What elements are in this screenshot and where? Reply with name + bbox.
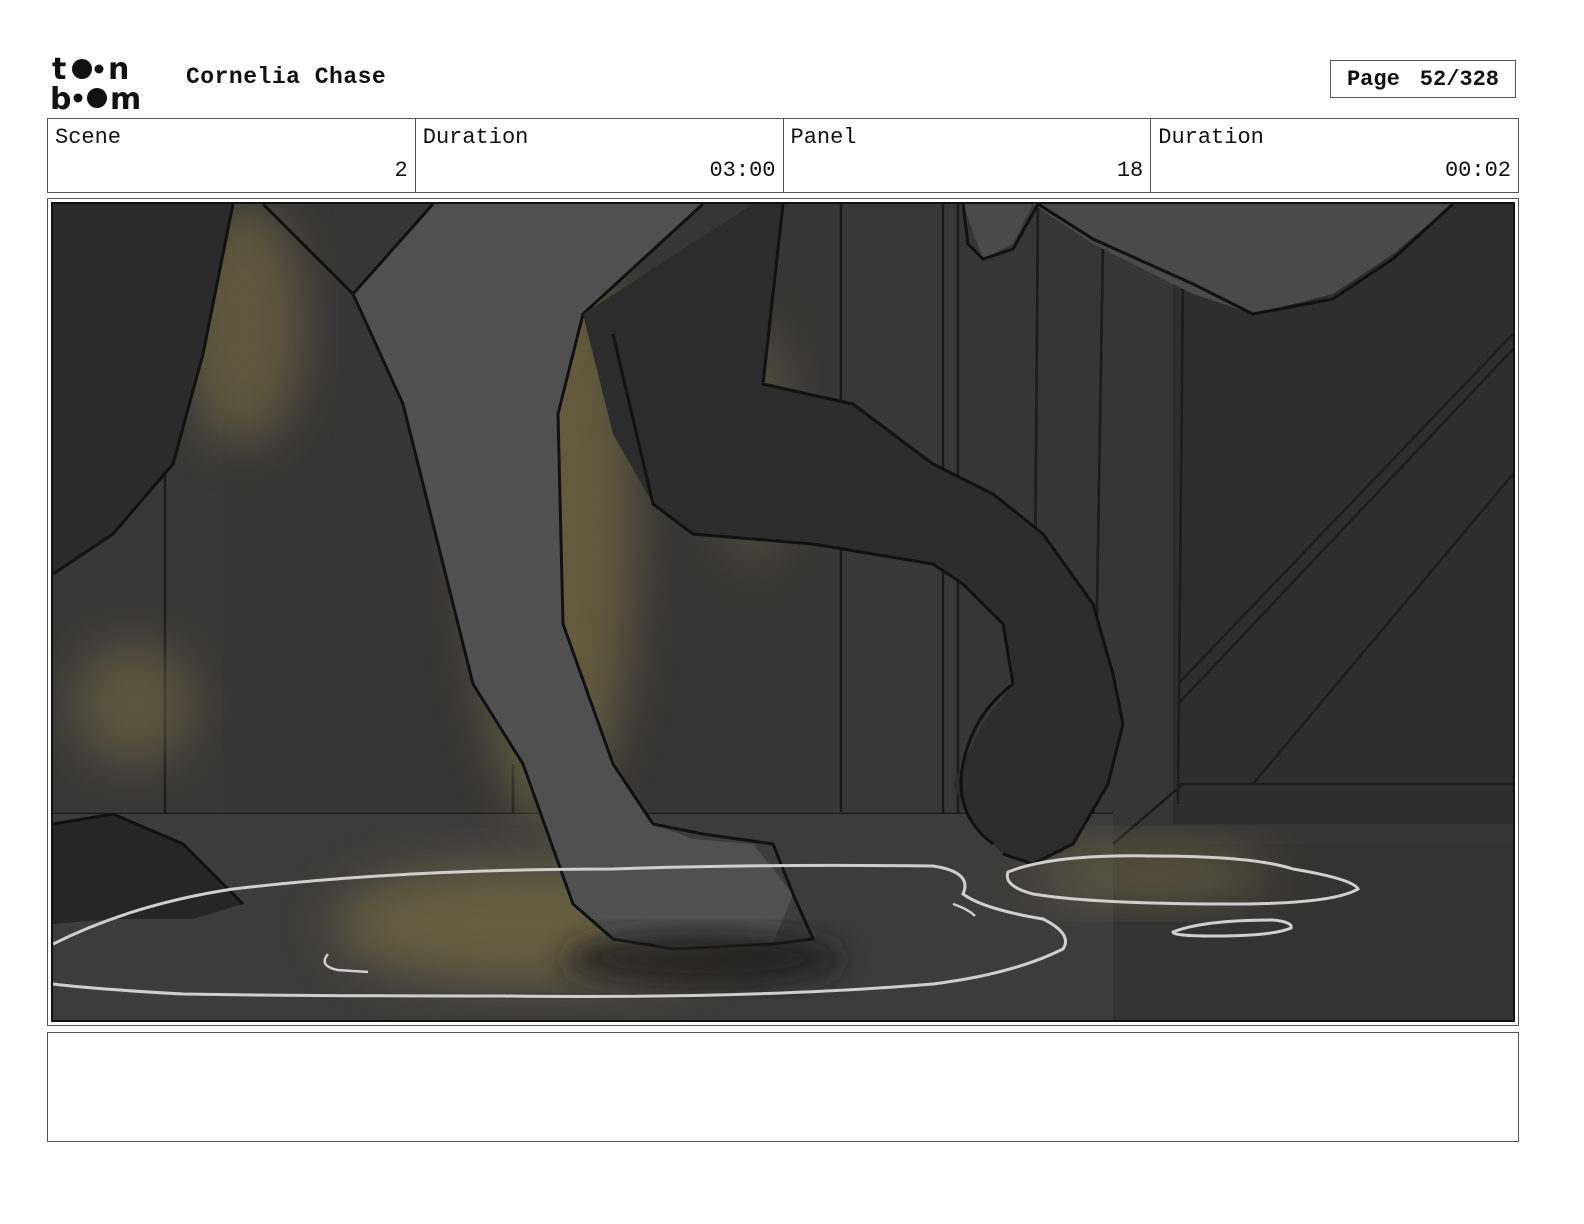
panel-duration-value: 00:02 (1444, 158, 1511, 183)
svg-text:m: m (110, 82, 141, 112)
scene-value: 2 (394, 158, 408, 183)
scene-duration-cell: Duration 03:00 (416, 119, 784, 192)
panel-label: Panel (790, 125, 857, 150)
storyboard-panel-image (51, 202, 1515, 1022)
scene-duration-label: Duration (422, 125, 529, 150)
scene-info-row: Scene 2 Duration 03:00 Panel 18 Duration… (47, 118, 1519, 193)
page-label: Page (1346, 66, 1400, 92)
panel-drawing (53, 204, 1513, 1020)
page-indicator: Page 52/328 (1330, 60, 1516, 98)
toon-boom-logo: t n b m (50, 52, 141, 112)
panel-notes-box (47, 1032, 1519, 1142)
panel-cell: Panel 18 (784, 119, 1152, 192)
panel-value: 18 (1116, 158, 1144, 183)
scene-cell: Scene 2 (48, 119, 416, 192)
scene-label: Scene (55, 125, 122, 150)
panel-duration-cell: Duration 00:02 (1151, 119, 1518, 192)
page-number: 52/328 (1419, 66, 1500, 92)
svg-text:b: b (50, 82, 71, 112)
scene-duration-value: 03:00 (709, 158, 776, 183)
project-title: Cornelia Chase (186, 64, 387, 90)
panel-duration-label: Duration (1158, 125, 1264, 150)
